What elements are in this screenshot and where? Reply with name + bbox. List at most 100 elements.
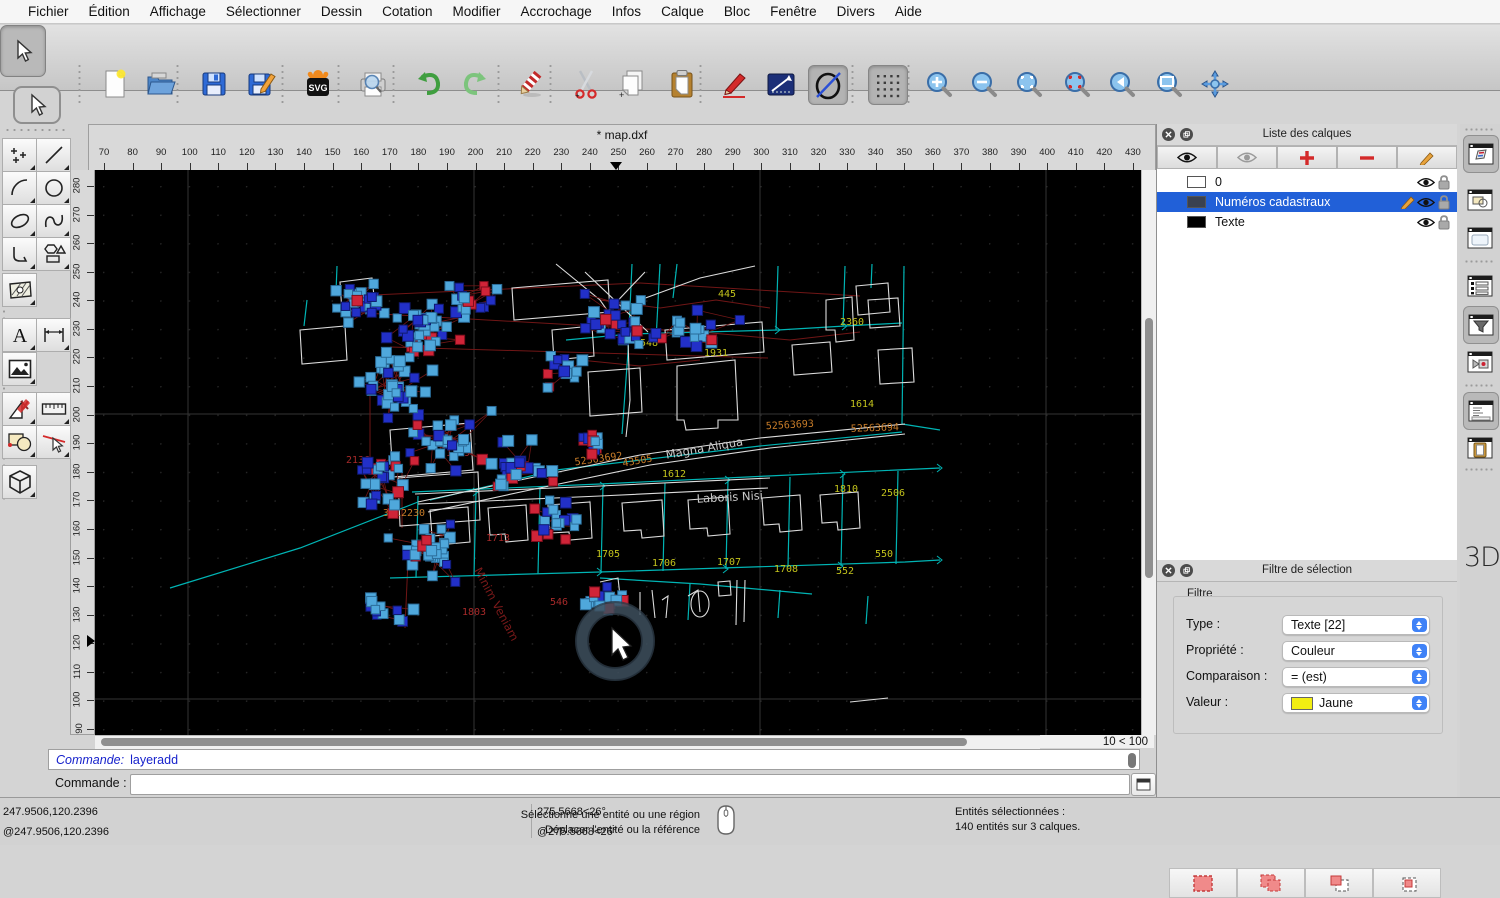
menu-selectionner[interactable]: Sélectionner xyxy=(216,4,311,19)
drawing-canvas[interactable]: 4452360548193116141612181025061705170617… xyxy=(95,170,1141,735)
cadtools-tool[interactable] xyxy=(2,392,37,426)
command-options-button[interactable] xyxy=(1131,773,1156,796)
zoom-window-button[interactable] xyxy=(1150,65,1188,103)
zoom-in-button[interactable] xyxy=(920,65,958,103)
menu-calque[interactable]: Calque xyxy=(651,4,714,19)
layer-visibility-icon[interactable] xyxy=(1417,216,1435,229)
layer-lock-icon[interactable] xyxy=(1435,175,1453,190)
menu-fenetre[interactable]: Fenêtre xyxy=(760,4,827,19)
zoom-out-button[interactable] xyxy=(965,65,1003,103)
3d-mode-button[interactable]: 3D xyxy=(1464,542,1500,573)
paste-button[interactable] xyxy=(663,65,701,103)
menu-accrochage[interactable]: Accrochage xyxy=(510,4,601,19)
pointer-tool-button[interactable] xyxy=(13,86,61,124)
layer-list-panel-toggle[interactable] xyxy=(1463,268,1497,304)
layer-color-swatch[interactable] xyxy=(1187,196,1206,208)
layer-show-all-button[interactable] xyxy=(1157,146,1217,169)
delete-eraser-button[interactable] xyxy=(511,65,549,103)
new-file-button[interactable] xyxy=(96,65,134,103)
layer-list[interactable]: 0Numéros cadastrauxTexte xyxy=(1157,169,1457,560)
layer-edit-button[interactable] xyxy=(1397,146,1457,169)
layer-edit-icon[interactable] xyxy=(1399,195,1417,209)
filter-dropdown-0[interactable]: Texte [22] xyxy=(1282,615,1430,635)
circle-tool[interactable] xyxy=(36,171,71,205)
zoom-pan-button[interactable] xyxy=(1196,65,1234,103)
measure-blue-button[interactable] xyxy=(762,65,800,103)
print-preview-button[interactable] xyxy=(354,65,392,103)
menu-dessin[interactable]: Dessin xyxy=(311,4,372,19)
image-tool[interactable] xyxy=(2,352,37,386)
history-scroll-thumb[interactable] xyxy=(1128,753,1136,768)
block-list-panel-toggle[interactable] xyxy=(1463,182,1497,218)
pen-settings-panel-toggle[interactable] xyxy=(1463,135,1499,173)
canvas-horizontal-scrollbar[interactable] xyxy=(95,735,1040,749)
v-scroll-thumb[interactable] xyxy=(1145,318,1153,578)
arc-tool[interactable] xyxy=(2,171,37,205)
zoom-select-button[interactable] xyxy=(1058,65,1096,103)
layer-color-swatch[interactable] xyxy=(1187,216,1206,228)
cut-button[interactable]: + xyxy=(567,65,605,103)
dropdown-stepper-icon[interactable] xyxy=(1412,670,1427,684)
polyline-tool[interactable] xyxy=(2,237,37,271)
spline-tool[interactable] xyxy=(36,204,71,238)
command-input[interactable] xyxy=(130,774,1130,795)
save-button[interactable] xyxy=(195,65,233,103)
layer-lock-icon[interactable] xyxy=(1435,195,1453,210)
remove-from-selection-mode-button[interactable] xyxy=(1305,868,1373,898)
dimension-tool[interactable] xyxy=(36,318,71,352)
menu-fichier[interactable]: Fichier xyxy=(18,4,79,19)
menu-modifier[interactable]: Modifier xyxy=(442,4,510,19)
ruler-tool[interactable] xyxy=(36,392,71,426)
menu-aide[interactable]: Aide xyxy=(885,4,932,19)
snap-tool[interactable] xyxy=(36,425,71,459)
clipboard-panel-toggle[interactable] xyxy=(1463,430,1497,466)
layer-lock-icon[interactable] xyxy=(1435,215,1453,230)
intersect-selection-mode-button[interactable] xyxy=(1373,868,1441,898)
hatch-tool[interactable] xyxy=(2,273,37,307)
selection-tool-button[interactable] xyxy=(0,25,46,77)
redo-button[interactable] xyxy=(456,65,494,103)
canvas-vertical-scrollbar[interactable] xyxy=(1141,170,1156,735)
float-panel-icon[interactable] xyxy=(1180,128,1193,141)
layer-remove-button[interactable] xyxy=(1337,146,1397,169)
library-browser-panel-toggle[interactable] xyxy=(1463,220,1497,256)
layer-row-0[interactable]: 0 xyxy=(1157,172,1457,192)
select-all-mode-button[interactable] xyxy=(1169,868,1237,898)
zoom-prev-button[interactable] xyxy=(1103,65,1141,103)
filter-dropdown-3[interactable]: Jaune xyxy=(1282,693,1430,713)
blocks-tool[interactable] xyxy=(2,425,37,459)
menu-divers[interactable]: Divers xyxy=(827,4,885,19)
grid-toggle-button[interactable] xyxy=(868,65,908,105)
h-scroll-thumb[interactable] xyxy=(101,738,967,746)
undo-button[interactable] xyxy=(410,65,448,103)
filter-dropdown-2[interactable]: = (est) xyxy=(1282,667,1430,687)
circle-slash-button[interactable] xyxy=(808,65,848,105)
dropdown-stepper-icon[interactable] xyxy=(1412,696,1427,710)
box3d-tool[interactable] xyxy=(2,465,37,499)
layer-visibility-icon[interactable] xyxy=(1417,176,1435,189)
layer-row-texte[interactable]: Texte xyxy=(1157,212,1457,232)
close-icon[interactable] xyxy=(1162,128,1175,141)
save-as-button[interactable] xyxy=(243,65,281,103)
filter-dropdown-1[interactable]: Couleur xyxy=(1282,641,1430,661)
dropdown-stepper-icon[interactable] xyxy=(1412,618,1427,632)
selection-filter-panel-toggle[interactable] xyxy=(1463,306,1499,344)
points-tool[interactable] xyxy=(2,138,37,172)
menu-bloc[interactable]: Bloc xyxy=(714,4,760,19)
layer-hide-all-button[interactable] xyxy=(1217,146,1277,169)
ellipse-tool[interactable] xyxy=(2,204,37,238)
shapes-tool[interactable] xyxy=(36,237,71,271)
menu-infos[interactable]: Infos xyxy=(602,4,651,19)
menu-cotation[interactable]: Cotation xyxy=(372,4,442,19)
layer-add-button[interactable] xyxy=(1277,146,1337,169)
layer-visibility-icon[interactable] xyxy=(1417,196,1435,209)
menu-edition[interactable]: Édition xyxy=(79,4,140,19)
copy-button[interactable]: + xyxy=(613,65,651,103)
text-tool[interactable]: A xyxy=(2,318,37,352)
layer-row-numeros-cadastraux[interactable]: Numéros cadastraux xyxy=(1157,192,1457,212)
view-panel-toggle[interactable] xyxy=(1463,344,1497,380)
line-tool[interactable] xyxy=(36,138,71,172)
dropdown-stepper-icon[interactable] xyxy=(1412,644,1427,658)
svg-export-button[interactable]: SVG xyxy=(299,65,337,103)
open-folder-button[interactable] xyxy=(142,65,180,103)
